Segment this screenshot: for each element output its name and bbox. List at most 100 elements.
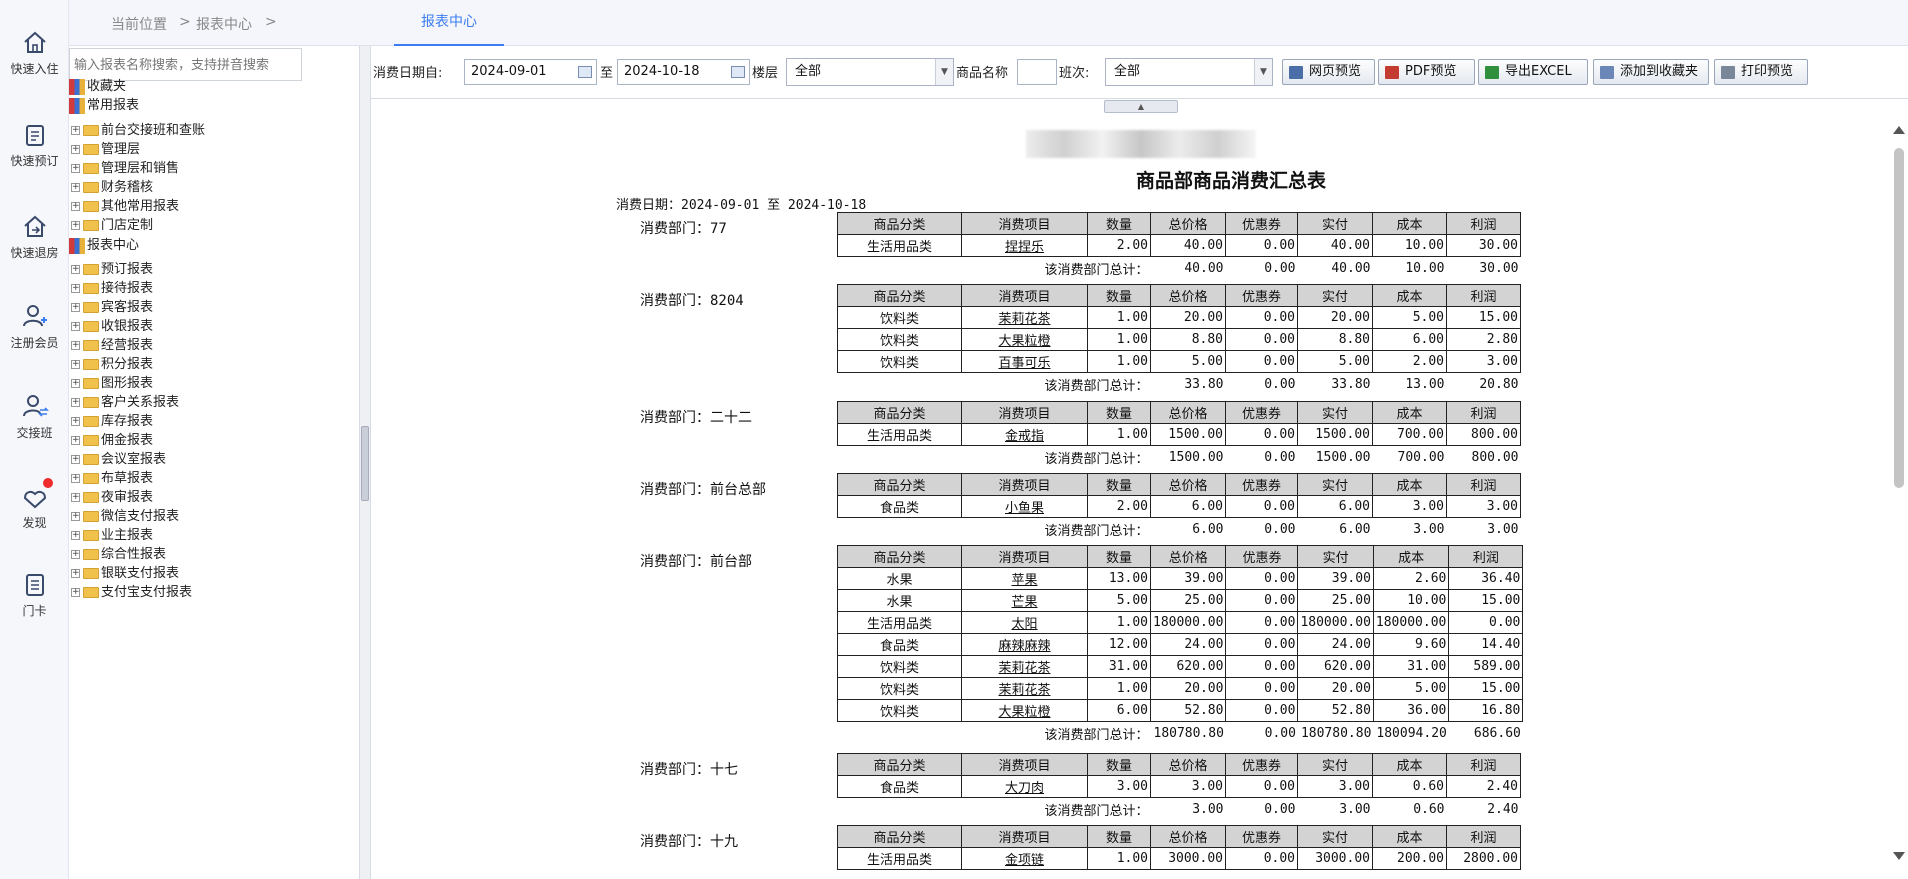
expand-plus-icon[interactable]: + xyxy=(71,436,80,445)
tree-root-item[interactable]: 报表中心 xyxy=(69,234,139,254)
pdf-preview-button[interactable]: PDF预览 xyxy=(1378,59,1475,85)
scroll-down-icon[interactable] xyxy=(1893,852,1905,860)
nav-quick-checkin[interactable]: 快速入住 xyxy=(0,30,69,77)
vertical-scrollbar[interactable] xyxy=(1889,120,1908,865)
item-link[interactable]: 金项链 xyxy=(961,847,1088,870)
nav-register-member[interactable]: 注册会员 xyxy=(0,302,69,351)
tab-report-center[interactable]: 报表中心 xyxy=(394,0,504,46)
expand-plus-icon[interactable]: + xyxy=(71,284,80,293)
tree-folder-item[interactable]: + 管理层 xyxy=(71,138,140,157)
tree-folder-item[interactable]: + 库存报表 xyxy=(71,410,153,429)
expand-plus-icon[interactable]: + xyxy=(71,474,80,483)
table-row: 食品类 麻辣麻辣 12.00 24.00 0.00 24.00 9.60 14.40 xyxy=(837,633,1524,656)
breadcrumb-report-center[interactable]: 报表中心 xyxy=(196,14,252,34)
item-link[interactable]: 大果粒橙 xyxy=(961,699,1088,722)
expand-plus-icon[interactable]: + xyxy=(71,512,80,521)
tree-folder-item[interactable]: + 业主报表 xyxy=(71,524,153,543)
scroll-up-icon[interactable] xyxy=(1893,126,1905,134)
table-cell: 1.00 xyxy=(1087,350,1151,373)
tree-folder-item[interactable]: + 客户关系报表 xyxy=(71,391,179,410)
expand-plus-icon[interactable]: + xyxy=(71,550,80,559)
item-link[interactable]: 金戒指 xyxy=(961,423,1088,446)
tree-folder-item[interactable]: + 预订报表 xyxy=(71,258,153,277)
item-link[interactable]: 麻辣麻辣 xyxy=(961,633,1088,656)
item-link[interactable]: 大果粒橙 xyxy=(961,328,1088,351)
expand-plus-icon[interactable]: + xyxy=(71,360,80,369)
item-link[interactable]: 捏捏乐 xyxy=(961,234,1088,257)
floor-select[interactable]: 全部 ▼ xyxy=(786,58,954,86)
column-header: 总价格 xyxy=(1150,753,1226,776)
item-link[interactable]: 茉莉花茶 xyxy=(961,677,1088,700)
nav-door-card[interactable]: 门卡 xyxy=(0,572,69,619)
print-preview-button[interactable]: 打印预览 xyxy=(1714,59,1808,85)
expand-plus-icon[interactable]: + xyxy=(71,145,80,154)
expand-plus-icon[interactable]: + xyxy=(71,183,80,192)
product-name-input[interactable] xyxy=(1017,59,1057,85)
item-link[interactable]: 茉莉花茶 xyxy=(961,306,1088,329)
tree-folder-item[interactable]: + 夜审报表 xyxy=(71,486,153,505)
panel-splitter[interactable] xyxy=(359,46,371,879)
expand-plus-icon[interactable]: + xyxy=(71,417,80,426)
nav-quick-checkout[interactable]: 快速退房 xyxy=(0,214,69,261)
expand-plus-icon[interactable]: + xyxy=(71,455,80,464)
expand-plus-icon[interactable]: + xyxy=(71,303,80,312)
expand-plus-icon[interactable]: + xyxy=(71,569,80,578)
expand-plus-icon[interactable]: + xyxy=(71,126,80,135)
scrollbar-thumb[interactable] xyxy=(1894,148,1904,488)
tree-folder-item[interactable]: + 经营报表 xyxy=(71,334,153,353)
item-link[interactable]: 芒果 xyxy=(961,589,1088,612)
tree-folder-item[interactable]: + 支付宝支付报表 xyxy=(71,581,192,600)
tree-root-item[interactable]: 常用报表 xyxy=(69,94,139,114)
expand-plus-icon[interactable]: + xyxy=(71,379,80,388)
nav-discover[interactable]: 发现 xyxy=(0,478,69,531)
item-link[interactable]: 苹果 xyxy=(961,567,1088,590)
date-from-input[interactable]: 2024-09-01 xyxy=(464,59,597,85)
expand-plus-icon[interactable]: + xyxy=(71,588,80,597)
collapse-toolbar-button[interactable]: ▲ xyxy=(1104,100,1178,113)
item-link[interactable]: 茉莉花茶 xyxy=(961,655,1088,678)
tree-item-label: 佣金报表 xyxy=(101,433,154,448)
tree-folder-item[interactable]: + 佣金报表 xyxy=(71,429,153,448)
tree-folder-item[interactable]: + 管理层和销售 xyxy=(71,157,179,176)
nav-shift-handover[interactable]: 交接班 xyxy=(0,392,69,441)
item-link[interactable]: 太阳 xyxy=(961,611,1088,634)
tree-folder-item[interactable]: + 其他常用报表 xyxy=(71,195,179,214)
shift-select[interactable]: 全部 ▼ xyxy=(1105,58,1273,86)
folder-icon xyxy=(83,492,99,503)
tree-folder-item[interactable]: + 综合性报表 xyxy=(71,543,166,562)
item-link[interactable]: 大刀肉 xyxy=(961,775,1088,798)
tree-folder-item[interactable]: + 会议室报表 xyxy=(71,448,166,467)
item-link[interactable]: 小鱼果 xyxy=(961,495,1088,518)
tree-folder-item[interactable]: + 宾客报表 xyxy=(71,296,153,315)
export-excel-button[interactable]: 导出EXCEL xyxy=(1478,59,1588,85)
tree-folder-item[interactable]: + 布草报表 xyxy=(71,467,153,486)
tree-folder-item[interactable]: + 收银报表 xyxy=(71,315,153,334)
tree-folder-item[interactable]: + 图形报表 xyxy=(71,372,153,391)
expand-plus-icon[interactable]: + xyxy=(71,265,80,274)
expand-plus-icon[interactable]: + xyxy=(71,398,80,407)
date-to-input[interactable]: 2024-10-18 xyxy=(617,59,750,85)
tree-folder-item[interactable]: + 微信支付报表 xyxy=(71,505,179,524)
expand-plus-icon[interactable]: + xyxy=(71,202,80,211)
web-preview-button[interactable]: 网页预览 xyxy=(1282,59,1375,85)
item-link[interactable]: 百事可乐 xyxy=(961,350,1088,373)
tree-folder-item[interactable]: + 接待报表 xyxy=(71,277,153,296)
nav-quick-booking[interactable]: 快速预订 xyxy=(0,122,69,169)
tree-folder-item[interactable]: + 银联支付报表 xyxy=(71,562,179,581)
expand-plus-icon[interactable]: + xyxy=(71,322,80,331)
calendar-icon[interactable] xyxy=(731,66,745,78)
expand-plus-icon[interactable]: + xyxy=(71,221,80,230)
tree-root-item[interactable]: 收藏夹 xyxy=(69,75,126,95)
expand-plus-icon[interactable]: + xyxy=(71,493,80,502)
splitter-handle[interactable] xyxy=(361,426,369,501)
calendar-icon[interactable] xyxy=(578,66,592,78)
expand-plus-icon[interactable]: + xyxy=(71,341,80,350)
tree-folder-item[interactable]: + 前台交接班和查账 xyxy=(71,119,205,138)
tree-folder-item[interactable]: + 门店定制 xyxy=(71,214,153,233)
add-to-favorites-button[interactable]: 添加到收藏夹 xyxy=(1593,59,1709,85)
tree-folder-item[interactable]: + 财务稽核 xyxy=(71,176,153,195)
expand-plus-icon[interactable]: + xyxy=(71,164,80,173)
tree-folder-item[interactable]: + 积分报表 xyxy=(71,353,153,372)
tree-item-label: 支付宝支付报表 xyxy=(101,585,193,600)
expand-plus-icon[interactable]: + xyxy=(71,531,80,540)
